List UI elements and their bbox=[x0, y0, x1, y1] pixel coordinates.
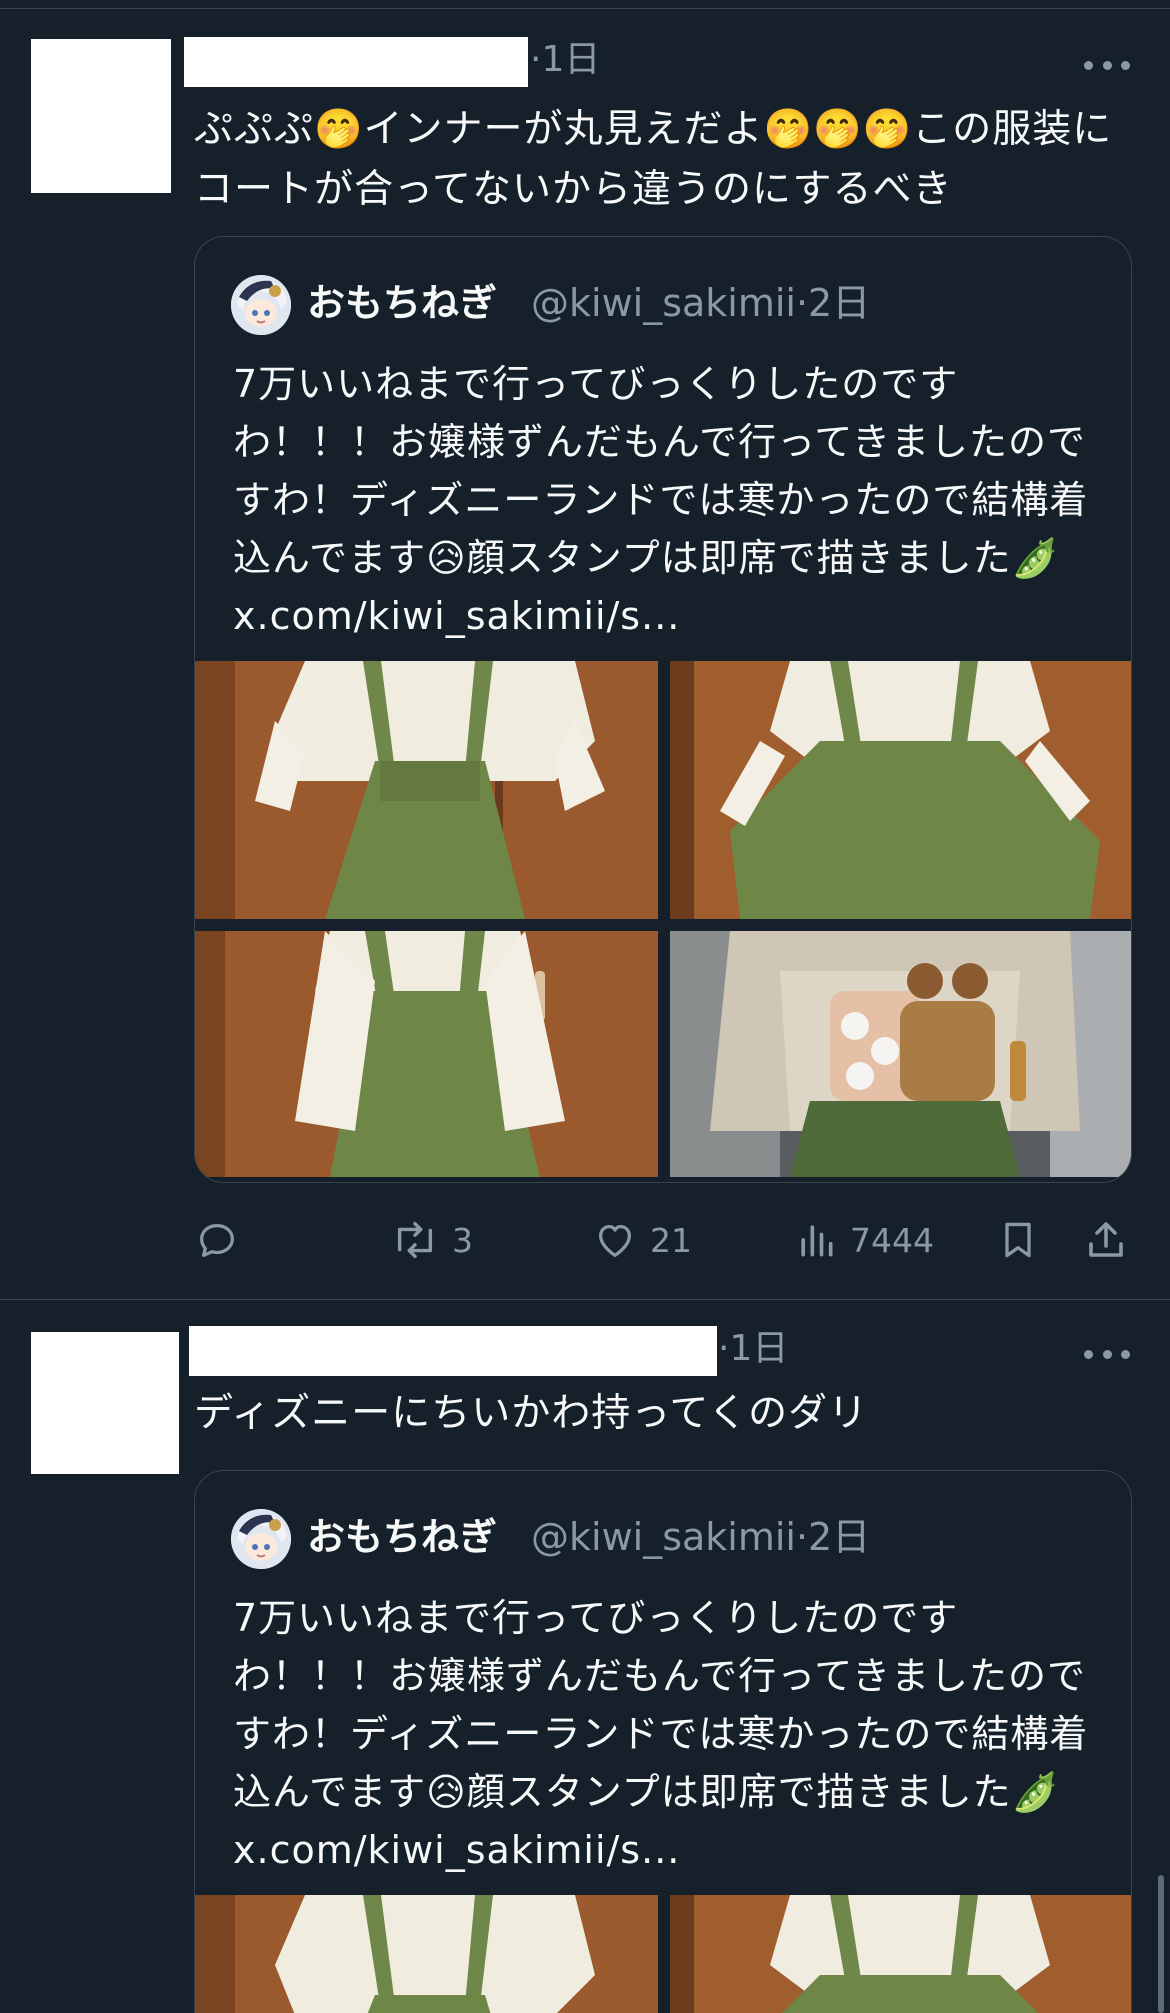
tweet[interactable]: ·1日 ぷぷぷ🤭インナーが丸見えだよ🤭🤭🤭この服装にコートが合ってないから違うの… bbox=[0, 9, 1170, 1300]
quoted-text: 7万いいねまで行ってびっくりしたのですわ！！！お嬢様ずんだもんで行ってきましたの… bbox=[233, 362, 1089, 638]
avatar-redacted[interactable] bbox=[31, 1332, 179, 1474]
tweet-timestamp[interactable]: ·1日 bbox=[718, 1324, 788, 1374]
heart-icon bbox=[592, 1217, 638, 1263]
media-photo[interactable] bbox=[670, 1895, 1131, 2013]
like-button[interactable]: 21 bbox=[592, 1210, 692, 1270]
retweet-button[interactable]: 3 bbox=[390, 1210, 473, 1270]
like-count: 21 bbox=[650, 1220, 692, 1260]
retweet-icon bbox=[390, 1217, 440, 1263]
tweet-timestamp[interactable]: ·1日 bbox=[530, 35, 600, 85]
share-icon bbox=[1082, 1216, 1130, 1264]
display-name-redacted[interactable] bbox=[184, 37, 528, 87]
views-button[interactable]: 7444 bbox=[794, 1210, 934, 1270]
media-photo[interactable] bbox=[195, 931, 658, 1177]
tweet[interactable]: ·1日 ディズニーにちいかわ持ってくのダリ おもちねぎ @kiwi_sakimi… bbox=[0, 1300, 1170, 2013]
quoted-handle[interactable]: @kiwi_sakimii·2日 bbox=[531, 1507, 870, 1567]
quoted-text: 7万いいねまで行ってびっくりしたのですわ！！！お嬢様ずんだもんで行ってきましたの… bbox=[233, 1596, 1089, 1872]
media-photo[interactable] bbox=[195, 661, 658, 919]
quoted-handle[interactable]: @kiwi_sakimii·2日 bbox=[531, 273, 870, 333]
views-count: 7444 bbox=[850, 1220, 934, 1260]
reply-button[interactable] bbox=[194, 1210, 240, 1270]
media-photo[interactable] bbox=[195, 1895, 658, 2013]
retweet-count: 3 bbox=[452, 1220, 473, 1260]
more-horizontal-icon[interactable] bbox=[1084, 58, 1130, 72]
avatar-redacted[interactable] bbox=[31, 39, 171, 193]
reply-icon bbox=[194, 1217, 240, 1263]
quoted-avatar[interactable] bbox=[231, 1509, 291, 1569]
media-photo[interactable] bbox=[670, 661, 1131, 919]
more-horizontal-icon[interactable] bbox=[1084, 1347, 1130, 1361]
tweet-text: ディズニーにちいかわ持ってくのダリ bbox=[194, 1391, 869, 1436]
views-icon bbox=[794, 1217, 838, 1263]
tweet-text: ぷぷぷ🤭インナーが丸見えだよ🤭🤭🤭この服装にコートが合ってないから違うのにするべ… bbox=[194, 107, 1113, 212]
scrollbar[interactable] bbox=[1158, 1875, 1164, 2013]
timeline: ·1日 ぷぷぷ🤭インナーが丸見えだよ🤭🤭🤭この服装にコートが合ってないから違うの… bbox=[0, 0, 1170, 2013]
quoted-display-name[interactable]: おもちねぎ bbox=[307, 273, 497, 333]
bookmark-button[interactable] bbox=[996, 1210, 1040, 1270]
display-name-redacted[interactable] bbox=[189, 1326, 717, 1376]
share-button[interactable] bbox=[1082, 1210, 1130, 1270]
quoted-display-name[interactable]: おもちねぎ bbox=[307, 1507, 497, 1567]
bookmark-icon bbox=[996, 1216, 1040, 1264]
tweet-actions: 3 21 7444 bbox=[194, 1210, 1132, 1270]
quoted-avatar[interactable] bbox=[231, 275, 291, 335]
media-photo[interactable] bbox=[670, 931, 1131, 1177]
quoted-tweet[interactable]: おもちねぎ @kiwi_sakimii·2日 7万いいねまで行ってびっくりしたの… bbox=[194, 1470, 1132, 2013]
quoted-tweet[interactable]: おもちねぎ @kiwi_sakimii·2日 7万いいねまで行ってびっくりしたの… bbox=[194, 236, 1132, 1183]
